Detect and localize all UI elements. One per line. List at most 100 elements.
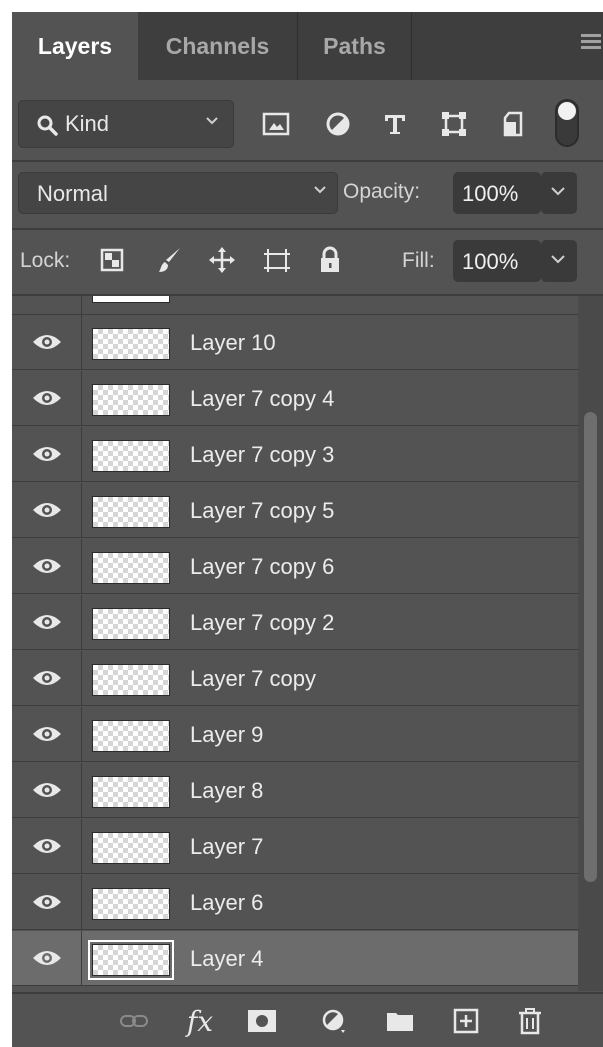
layer-row[interactable]: Layer 6 — [12, 875, 578, 930]
visibility-toggle[interactable] — [12, 427, 82, 481]
new-group-icon[interactable] — [384, 1006, 416, 1036]
chevron-down-icon — [206, 117, 218, 125]
layer-row[interactable]: Layer 7 copy — [12, 651, 578, 706]
layer-thumbnail — [92, 552, 170, 584]
eye-icon — [33, 783, 61, 797]
tab-paths[interactable]: Paths — [298, 12, 412, 80]
layer-row[interactable]: Layer 7 copy 5 — [12, 483, 578, 538]
layer-thumbnail — [88, 940, 174, 980]
layer-name[interactable]: Layer 10 — [190, 330, 276, 356]
eye-icon — [33, 671, 61, 685]
layer-row[interactable]: Layer 9 — [12, 707, 578, 762]
layer-name[interactable]: Layer 7 copy 6 — [190, 554, 334, 580]
layer-row[interactable]: Layer 8 — [12, 763, 578, 818]
fill-label: Fill: — [402, 249, 435, 272]
layer-name[interactable]: Layer 7 copy 3 — [190, 442, 334, 468]
layer-name[interactable]: Layer 7 copy — [190, 666, 316, 692]
layer-name[interactable]: Layer 6 — [190, 890, 263, 916]
fill-slider-button[interactable] — [541, 240, 577, 282]
new-layer-icon[interactable] — [450, 1006, 482, 1036]
eye-icon — [33, 951, 61, 965]
layer-name[interactable]: Layer 9 — [190, 722, 263, 748]
visibility-cell[interactable] — [12, 296, 82, 314]
layer-row[interactable]: Layer 7 copy 6 — [12, 539, 578, 594]
layers-list[interactable]: Layer 10 Layer 7 copy 4 Layer 7 copy 3 L… — [12, 296, 578, 991]
adjustment-filter-icon[interactable] — [322, 108, 354, 140]
layer-thumbnail — [92, 664, 170, 696]
layers-bottom-toolbar: fx — [12, 992, 603, 1047]
visibility-toggle[interactable] — [12, 763, 82, 817]
visibility-toggle[interactable] — [12, 819, 82, 873]
layer-mask-icon[interactable] — [246, 1006, 278, 1036]
eye-icon — [33, 895, 61, 909]
layer-name[interactable]: Layer 7 copy 2 — [190, 610, 334, 636]
layer-thumbnail — [92, 888, 170, 920]
blend-mode-dropdown[interactable]: Normal — [18, 172, 338, 214]
layer-thumbnail — [92, 832, 170, 864]
layer-name[interactable]: Layer 7 copy 4 — [190, 386, 334, 412]
visibility-toggle[interactable] — [12, 931, 82, 985]
filter-kind-label: Kind — [65, 111, 110, 136]
chevron-down-icon — [551, 187, 565, 196]
panel-tab-bar: Layers Channels Paths — [12, 12, 603, 80]
layer-row[interactable]: Layer 7 copy 2 — [12, 595, 578, 650]
opacity-label: Opacity: — [343, 180, 421, 203]
layer-name[interactable]: Layer 8 — [190, 778, 263, 804]
opacity-value: 100% — [462, 181, 519, 206]
layer-row[interactable]: Layer 7 copy 4 — [12, 371, 578, 426]
opacity-slider-button[interactable] — [541, 172, 577, 214]
visibility-toggle[interactable] — [12, 371, 82, 425]
visibility-toggle[interactable] — [12, 315, 82, 369]
layer-row[interactable]: Layer 10 — [12, 315, 578, 370]
image-filter-icon[interactable] — [260, 108, 292, 140]
tab-layers[interactable]: Layers — [12, 12, 138, 80]
blend-mode-value: Normal — [37, 181, 108, 206]
scrollbar-thumb[interactable] — [584, 412, 597, 882]
eye-icon — [33, 559, 61, 573]
visibility-toggle[interactable] — [12, 539, 82, 593]
opacity-input[interactable]: 100% — [453, 172, 541, 214]
lock-transparent-pixels-icon[interactable] — [96, 244, 128, 276]
layer-row-partial[interactable] — [12, 296, 578, 315]
search-icon — [37, 115, 58, 136]
lock-all-icon[interactable] — [314, 244, 346, 276]
layer-thumbnail — [92, 608, 170, 640]
layer-name[interactable]: Layer 7 — [190, 834, 263, 860]
chevron-down-icon — [314, 186, 326, 194]
visibility-toggle[interactable] — [12, 483, 82, 537]
fx-icon[interactable]: fx — [184, 1005, 216, 1038]
lock-position-icon[interactable] — [206, 244, 238, 276]
shape-filter-icon[interactable] — [438, 108, 470, 140]
layer-row[interactable]: Layer 7 copy 3 — [12, 427, 578, 482]
tab-channels[interactable]: Channels — [138, 12, 298, 80]
eye-icon — [33, 727, 61, 741]
lock-label: Lock: — [20, 249, 71, 272]
layer-thumbnail — [92, 440, 170, 472]
layer-thumbnail — [92, 384, 170, 416]
fill-input[interactable]: 100% — [453, 240, 541, 282]
eye-icon — [33, 839, 61, 853]
eye-icon — [33, 391, 61, 405]
type-filter-icon[interactable] — [379, 108, 411, 140]
filter-toggle-switch[interactable] — [555, 99, 579, 147]
panel-menu-icon[interactable] — [581, 34, 603, 56]
delete-layer-icon[interactable] — [514, 1006, 546, 1036]
layer-row-selected[interactable]: Layer 4 — [12, 931, 578, 986]
lock-image-pixels-icon[interactable] — [154, 244, 186, 276]
lock-artboard-icon[interactable] — [261, 244, 293, 276]
visibility-toggle[interactable] — [12, 707, 82, 761]
adjustment-layer-icon[interactable] — [318, 1006, 350, 1036]
eye-icon — [33, 615, 61, 629]
layer-name[interactable]: Layer 7 copy 5 — [190, 498, 334, 524]
filter-kind-dropdown[interactable]: Kind — [18, 100, 234, 148]
link-layers-icon[interactable] — [118, 1006, 150, 1036]
layer-thumbnail — [92, 328, 170, 360]
layer-name[interactable]: Layer 4 — [190, 946, 263, 972]
eye-icon — [33, 447, 61, 461]
visibility-toggle[interactable] — [12, 651, 82, 705]
visibility-toggle[interactable] — [12, 595, 82, 649]
fill-value: 100% — [462, 249, 519, 274]
layer-row[interactable]: Layer 7 — [12, 819, 578, 874]
smart-object-filter-icon[interactable] — [498, 108, 530, 140]
visibility-toggle[interactable] — [12, 875, 82, 929]
